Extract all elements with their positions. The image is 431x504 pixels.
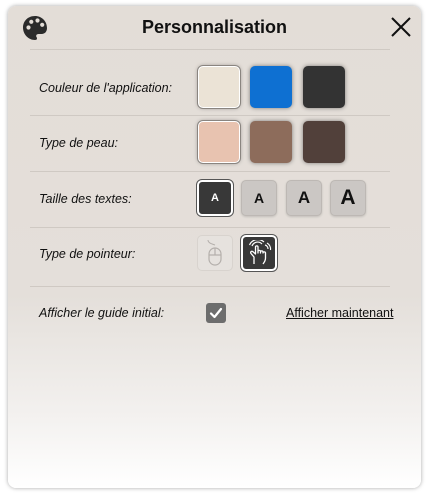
- pointer-option-mouse[interactable]: [197, 235, 233, 271]
- divider: [30, 171, 390, 172]
- app-color-option-dark[interactable]: [303, 66, 345, 108]
- app-color-option-blue[interactable]: [250, 66, 292, 108]
- divider: [30, 227, 390, 228]
- guide-checkbox[interactable]: [206, 303, 226, 323]
- text-size-glyph: A: [253, 190, 265, 206]
- text-size-label: Taille des textes:: [39, 192, 132, 206]
- divider: [30, 115, 390, 116]
- skin-option-medium[interactable]: [250, 121, 292, 163]
- checkmark-icon: [209, 307, 223, 319]
- pointer-label: Type de pointeur:: [39, 247, 136, 261]
- touch-gesture-icon: [248, 240, 272, 265]
- text-size-option-medium[interactable]: A: [286, 180, 322, 216]
- divider: [30, 49, 390, 50]
- text-size-option-xs[interactable]: A: [197, 180, 233, 216]
- mouse-icon: [207, 239, 222, 266]
- guide-label: Afficher le guide initial:: [39, 306, 165, 320]
- skin-option-dark[interactable]: [303, 121, 345, 163]
- show-guide-now-link[interactable]: Afficher maintenant: [286, 306, 393, 320]
- text-size-glyph: A: [340, 186, 356, 209]
- text-size-option-large[interactable]: A: [330, 180, 366, 216]
- text-size-option-small[interactable]: A: [241, 180, 277, 216]
- app-color-label: Couleur de l'application:: [39, 81, 173, 95]
- text-size-glyph: A: [211, 192, 219, 204]
- text-size-glyph: A: [297, 188, 311, 207]
- pointer-option-touch[interactable]: [241, 235, 277, 271]
- personalization-dialog: Personnalisation Couleur de l'applicatio…: [8, 6, 421, 488]
- close-icon[interactable]: [389, 15, 413, 39]
- skin-label: Type de peau:: [39, 136, 118, 150]
- app-color-option-beige[interactable]: [198, 66, 240, 108]
- dialog-title: Personnalisation: [141, 17, 288, 37]
- divider: [30, 286, 390, 287]
- skin-option-light[interactable]: [198, 121, 240, 163]
